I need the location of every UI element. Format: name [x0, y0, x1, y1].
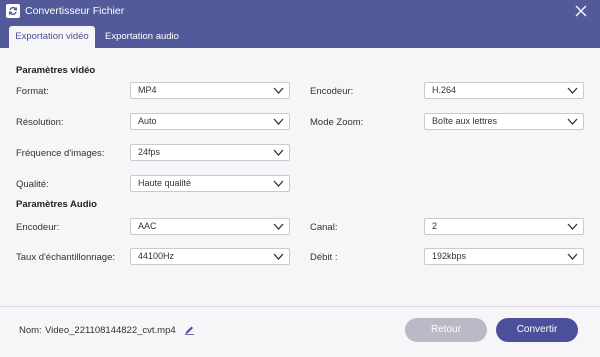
resolution-value: Auto [138, 116, 157, 126]
chevron-down-icon [273, 149, 284, 156]
channel-value: 2 [432, 221, 438, 231]
bitrate-label: Débit : [310, 252, 338, 263]
audio-encoder-label: Encodeur: [16, 222, 60, 233]
sample-rate-value: 44100Hz [138, 251, 175, 261]
audio-encoder-value: AAC [138, 221, 157, 231]
window-title: Convertisseur Fichier [25, 5, 125, 17]
video-encoder-select[interactable]: H.264 [424, 82, 584, 99]
chevron-down-icon [273, 180, 284, 187]
audio-encoder-select[interactable]: AAC [130, 218, 290, 235]
close-icon[interactable] [574, 4, 588, 18]
chevron-down-icon [567, 87, 578, 94]
audio-settings-title: Paramètres Audio [16, 199, 97, 210]
format-value: MP4 [138, 85, 157, 95]
refresh-icon [6, 4, 20, 18]
zoom-mode-select[interactable]: Boîte aux lettres [424, 113, 584, 130]
bitrate-select[interactable]: 192kbps [424, 248, 584, 265]
chevron-down-icon [273, 223, 284, 230]
chevron-down-icon [273, 118, 284, 125]
channel-select[interactable]: 2 [424, 218, 584, 235]
channel-label: Canal: [310, 222, 338, 233]
chevron-down-icon [567, 223, 578, 230]
filename-label: Nom: [19, 325, 42, 336]
zoom-mode-value: Boîte aux lettres [432, 116, 498, 126]
resolution-select[interactable]: Auto [130, 113, 290, 130]
quality-value: Haute qualité [138, 178, 192, 188]
video-settings-title: Paramètres vidéo [16, 65, 96, 76]
frame-rate-select[interactable]: 24fps [130, 144, 290, 161]
tab-video-export[interactable]: Exportation vidéo [9, 26, 95, 48]
footer-divider [0, 306, 600, 307]
format-select[interactable]: MP4 [130, 82, 290, 99]
title-bar: Convertisseur Fichier Exportation vidéo … [0, 0, 600, 48]
frame-rate-label: Fréquence d'images: [16, 148, 105, 159]
pencil-icon[interactable] [184, 324, 195, 335]
zoom-mode-label: Mode Zoom: [310, 117, 364, 128]
chevron-down-icon [273, 87, 284, 94]
chevron-down-icon [567, 118, 578, 125]
back-button[interactable]: Retour [405, 318, 487, 342]
frame-rate-value: 24fps [138, 147, 161, 157]
format-label: Format: [16, 86, 49, 97]
quality-select[interactable]: Haute qualité [130, 175, 290, 192]
video-encoder-label: Encodeur: [310, 86, 354, 97]
video-encoder-value: H.264 [432, 85, 457, 95]
resolution-label: Résolution: [16, 117, 64, 128]
chevron-down-icon [273, 253, 284, 260]
filename-value: Video_221108144822_cvt.mp4 [45, 325, 176, 336]
converter-dialog: Convertisseur Fichier Exportation vidéo … [0, 0, 600, 357]
tab-audio-export[interactable]: Exportation audio [96, 26, 188, 48]
bitrate-value: 192kbps [432, 251, 467, 261]
sample-rate-select[interactable]: 44100Hz [130, 248, 290, 265]
convert-button[interactable]: Convertir [496, 318, 578, 342]
chevron-down-icon [567, 253, 578, 260]
quality-label: Qualité: [16, 179, 49, 190]
sample-rate-label: Taux d'échantillonnage: [16, 252, 115, 263]
